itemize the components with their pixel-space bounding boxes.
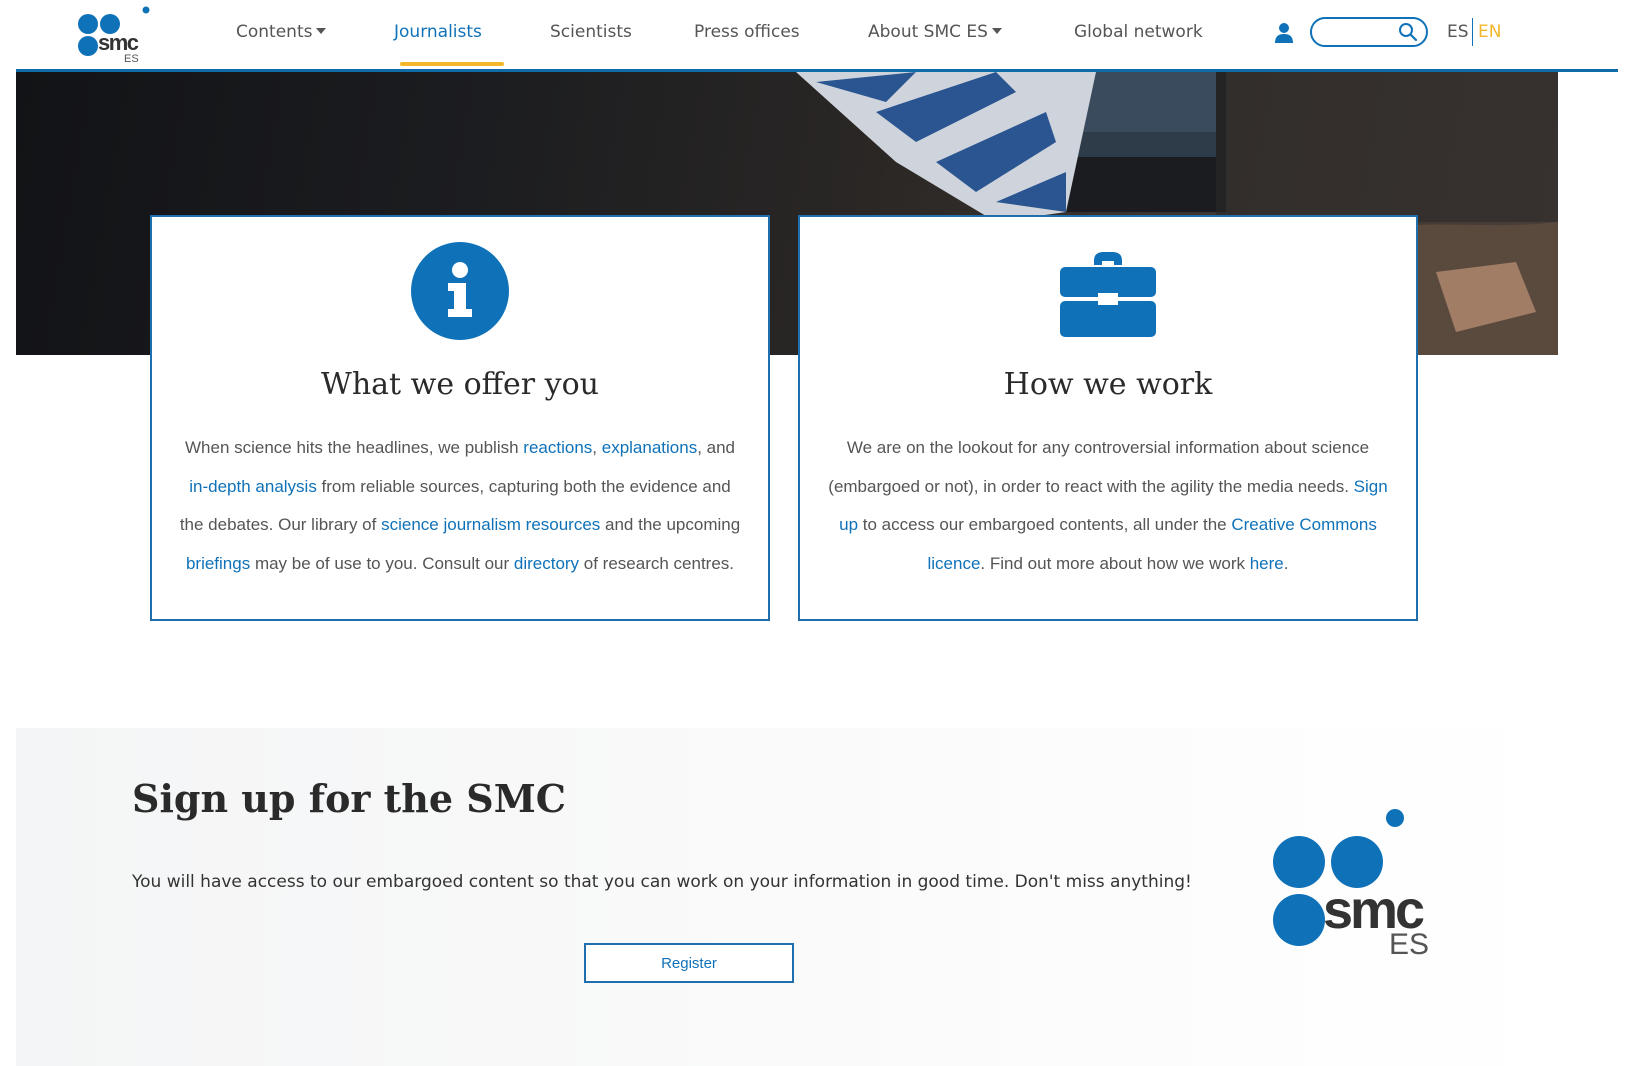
in-depth-analysis-link[interactable]: in-depth analysis	[189, 477, 317, 496]
register-button[interactable]: Register	[584, 943, 794, 983]
how-we-work-card: How we work We are on the lookout for an…	[798, 215, 1418, 621]
signup-section: Sign up for the SMC You will have access…	[16, 728, 1558, 1066]
active-tab-indicator	[400, 62, 504, 66]
search-icon[interactable]	[1398, 22, 1418, 42]
svg-text:ES: ES	[1389, 928, 1429, 956]
caret-down-icon	[991, 28, 1002, 34]
explanations-link[interactable]: explanations	[602, 438, 697, 457]
nav-journalists[interactable]: Journalists	[394, 22, 482, 42]
science-journalism-resources-link[interactable]: science journalism resources	[381, 515, 600, 534]
card-text: When science hits the headlines, we publ…	[179, 438, 741, 573]
here-link[interactable]: here	[1250, 554, 1284, 573]
nav-about[interactable]: About SMC ES	[868, 22, 1002, 42]
top-navbar: smc ES Contents Journalists Scientists P…	[16, 0, 1618, 72]
signup-description: You will have access to our embargoed co…	[132, 872, 1192, 892]
search-input[interactable]	[1322, 22, 1392, 42]
search-field[interactable]	[1310, 17, 1428, 47]
reactions-link[interactable]: reactions	[523, 438, 592, 457]
info-circle-icon	[411, 242, 509, 340]
lang-separator	[1472, 18, 1473, 46]
offer-card: What we offer you When science hits the …	[150, 215, 770, 621]
nav-global-network[interactable]: Global network	[1074, 22, 1203, 42]
briefcase-icon	[1060, 252, 1156, 337]
user-icon[interactable]	[1274, 22, 1294, 44]
directory-link[interactable]: directory	[514, 554, 579, 573]
card-text: We are on the lookout for any controvers…	[828, 438, 1388, 573]
nav-press-offices[interactable]: Press offices	[694, 22, 800, 42]
lang-en-link[interactable]: EN	[1478, 22, 1501, 42]
lang-es-link[interactable]: ES	[1447, 22, 1469, 42]
nav-contents[interactable]: Contents	[236, 22, 327, 42]
briefings-link[interactable]: briefings	[186, 554, 250, 573]
card-title: How we work	[1003, 367, 1213, 402]
signup-title: Sign up for the SMC	[132, 776, 567, 821]
caret-down-icon	[316, 28, 327, 34]
nav-scientists[interactable]: Scientists	[550, 22, 632, 42]
card-title: What we offer you	[321, 367, 599, 402]
smc-logo: smc ES	[1273, 809, 1429, 956]
